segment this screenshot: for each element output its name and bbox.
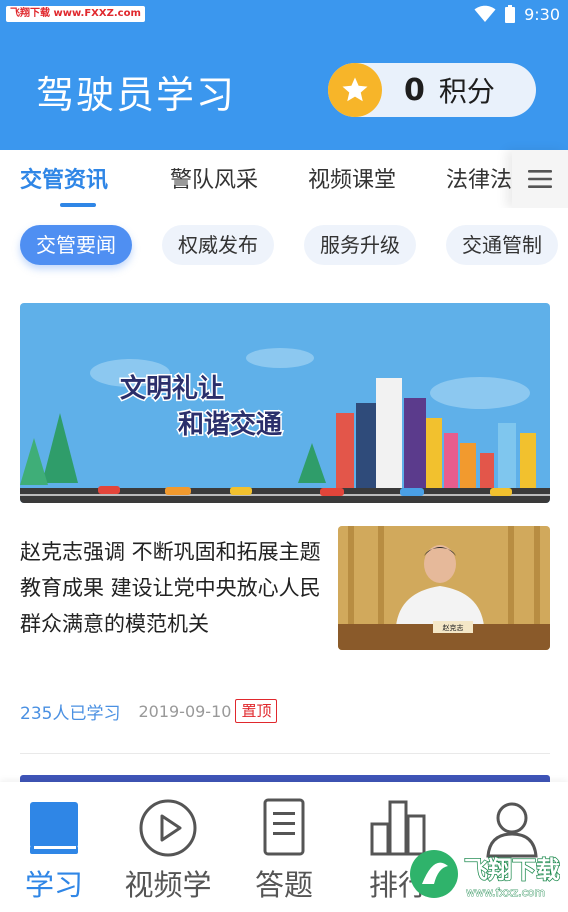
- watermark-logo-text: 飞翔下载: [464, 856, 560, 884]
- chip-service-upgrade[interactable]: 服务升级: [304, 225, 416, 265]
- document-icon: [263, 798, 305, 856]
- watermark-logo: 飞翔下载 www.fxxz.com: [410, 850, 560, 899]
- banner-slogan-line1: 文明礼让: [120, 373, 224, 404]
- divider: [20, 753, 550, 754]
- article-meta: 235人已学习 2019-09-10 置顶: [20, 698, 278, 724]
- nav-study-label: 学习: [24, 868, 83, 902]
- nav-quiz-label: 答题: [254, 868, 313, 902]
- menu-button[interactable]: [512, 150, 568, 208]
- chip-traffic-headlines[interactable]: 交管要闻: [20, 225, 132, 265]
- banner-slogan-line2: 和谐交通: [178, 409, 282, 440]
- book-icon: [30, 802, 78, 854]
- chip-traffic-control[interactable]: 交通管制: [446, 225, 558, 265]
- points-value: 0: [404, 72, 425, 108]
- play-icon: [139, 799, 197, 857]
- star-icon: [328, 63, 382, 117]
- app-header: 飞翔下载 www.FXXZ.com 9:30 驾驶员学习 0 积分: [0, 0, 568, 150]
- article-thumbnail[interactable]: 赵克志: [338, 526, 550, 650]
- learner-count: 235人已学习: [20, 703, 121, 724]
- pinned-badge: 置顶: [235, 699, 278, 723]
- tab-law[interactable]: 法律法: [446, 162, 512, 194]
- nav-study[interactable]: 学习: [0, 782, 114, 912]
- watermark-logo-url: www.fxxz.com: [466, 886, 545, 899]
- nav-video[interactable]: 视频学: [108, 782, 228, 912]
- page-title: 驾驶员学习: [36, 73, 237, 117]
- points-unit: 积分: [438, 75, 495, 108]
- watermark-badge: 飞翔下载 www.FXXZ.com: [6, 6, 145, 22]
- subcategory-chips: 交管要闻 权威发布 服务升级 交通管制: [0, 208, 568, 280]
- chip-official-release[interactable]: 权威发布: [162, 225, 274, 265]
- tab-traffic-news[interactable]: 交管资讯: [20, 162, 108, 194]
- nav-quiz[interactable]: 答题: [224, 782, 344, 912]
- tab-police-style[interactable]: 警队风采: [170, 162, 258, 194]
- menu-icon: [528, 170, 552, 188]
- tab-video-class[interactable]: 视频课堂: [308, 162, 396, 194]
- article-title[interactable]: 赵克志强调 不断巩固和拓展主题教育成果 建设让党中央放心人民群众满意的模范机关: [20, 534, 330, 642]
- publish-date: 2019-09-10: [138, 701, 232, 721]
- category-tabs: 交管资讯 警队风采 视频课堂 法律法: [0, 150, 568, 208]
- banner-image[interactable]: 文明礼让 和谐交通: [20, 303, 550, 503]
- battery-icon: [505, 5, 516, 23]
- points-badge[interactable]: 0 积分: [328, 63, 536, 117]
- wifi-icon: [474, 5, 496, 22]
- active-tab-indicator: [60, 203, 96, 207]
- clock: 9:30: [524, 4, 560, 24]
- nav-video-label: 视频学: [124, 868, 212, 902]
- nameplate-text: 赵克志: [443, 623, 464, 632]
- status-bar: 9:30: [474, 3, 560, 25]
